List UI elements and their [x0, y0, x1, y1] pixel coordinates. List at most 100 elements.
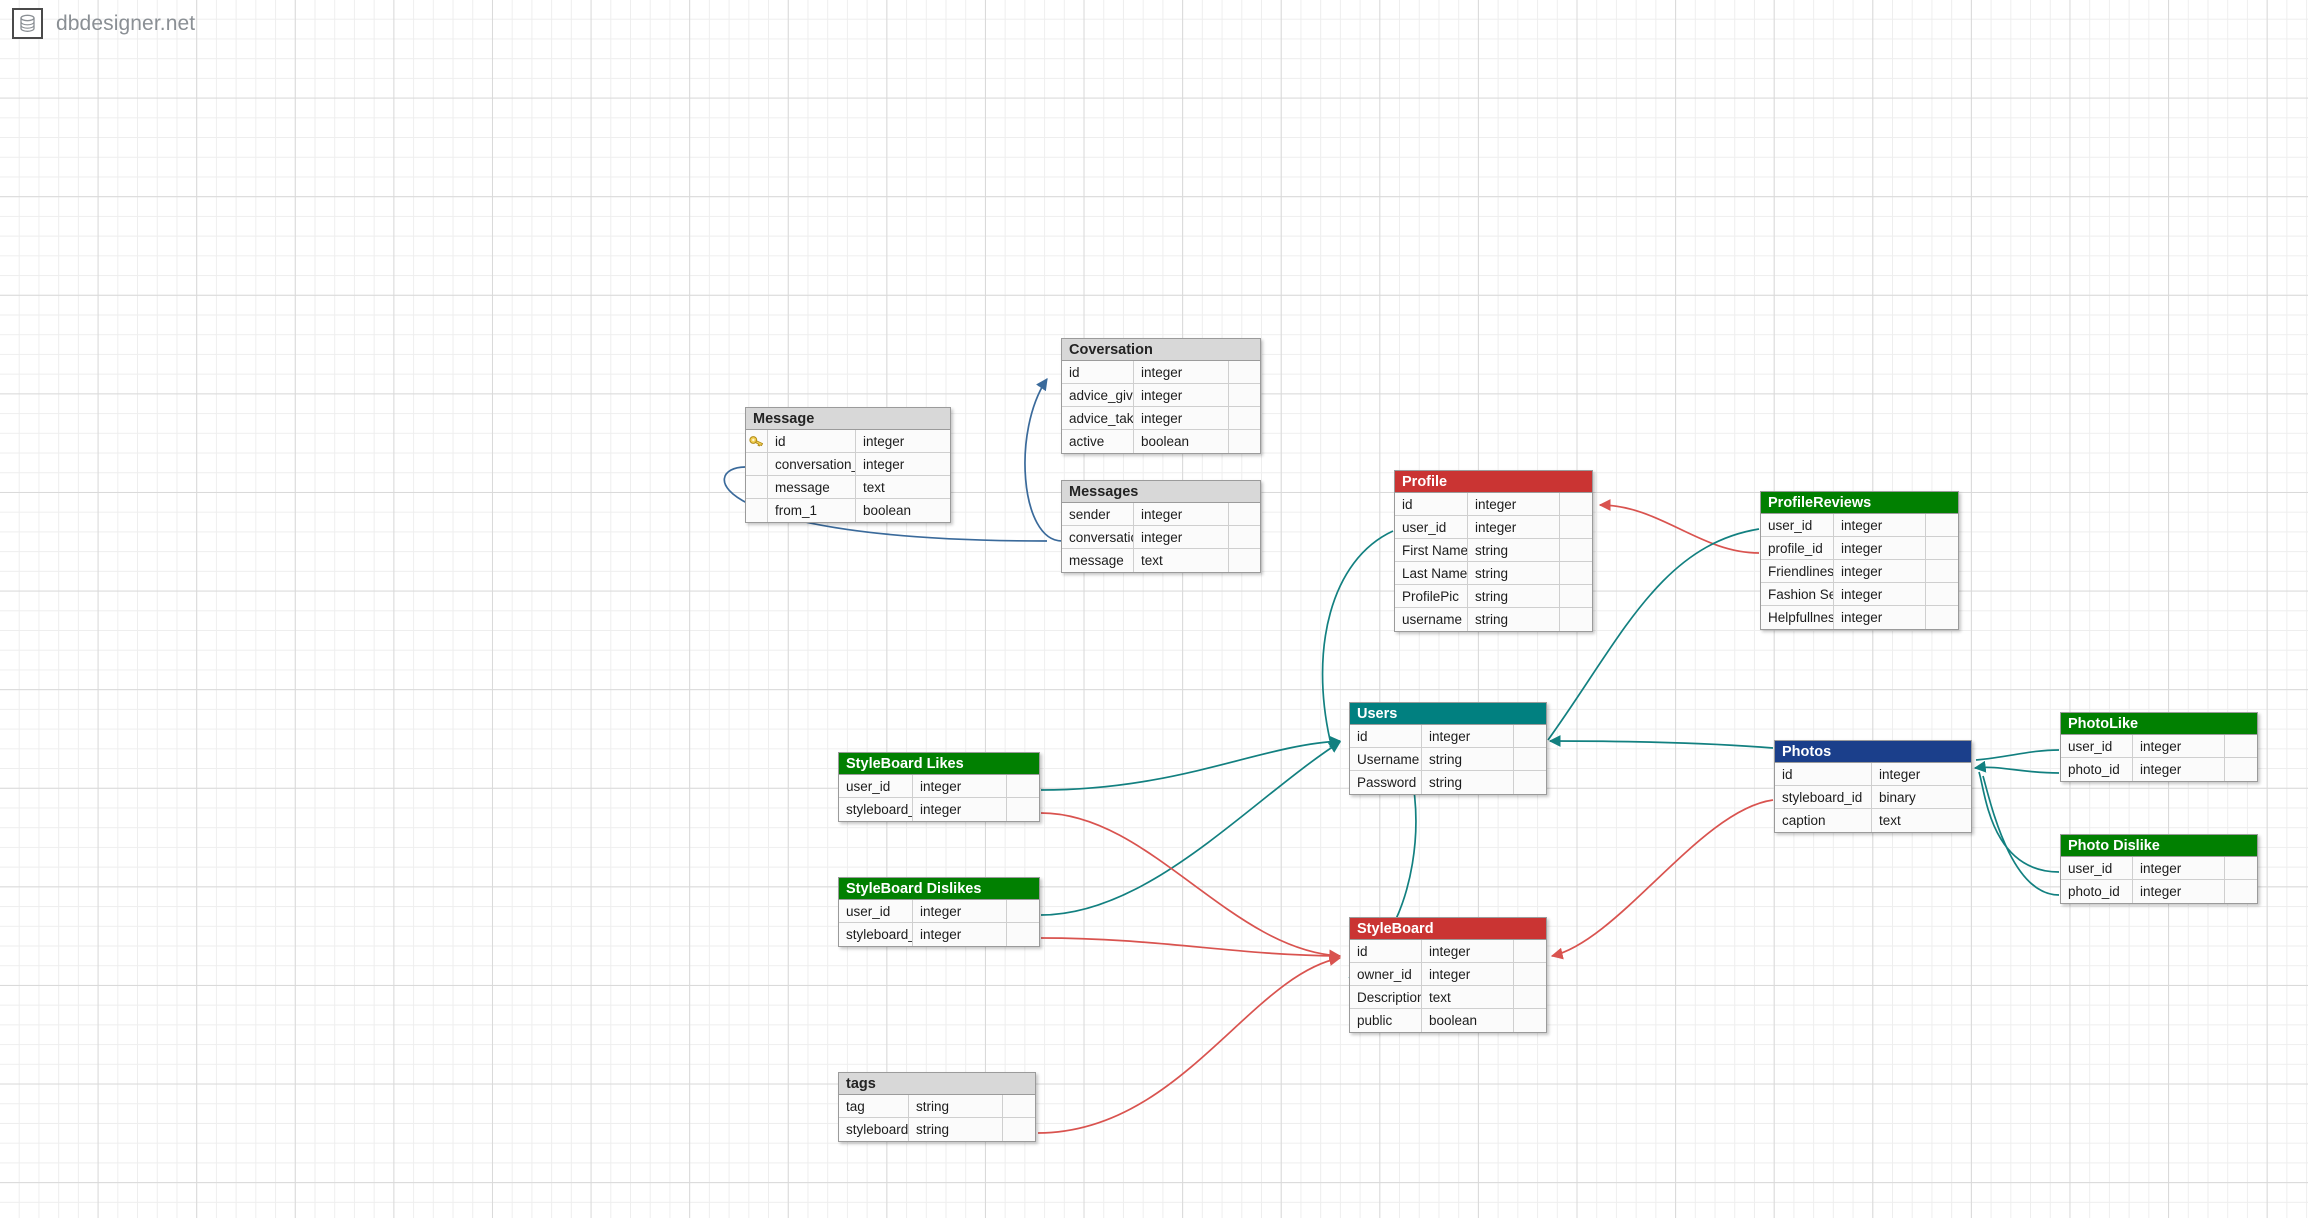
- table-header-photos[interactable]: Photos: [1775, 741, 1971, 763]
- relation-photodislike-users[interactable]: [1979, 772, 2059, 872]
- table-row[interactable]: tagstring: [839, 1095, 1035, 1118]
- table-row[interactable]: idinteger: [1395, 493, 1592, 516]
- column-extra: [1228, 407, 1260, 429]
- table-row[interactable]: Helpfullnessinteger: [1761, 606, 1958, 629]
- relation-styleboardlikes-styleboard[interactable]: [1041, 813, 1340, 956]
- relation-photodislike-photos[interactable]: [1983, 776, 2059, 895]
- table-header-message[interactable]: Message: [746, 408, 950, 430]
- relation-photolike-users[interactable]: [1976, 750, 2059, 760]
- diagram-canvas[interactable]: dbdesigner.net Coversationidintegeradvic…: [0, 0, 2308, 1218]
- table-row[interactable]: from_1boolean: [746, 499, 950, 522]
- table-header-messages[interactable]: Messages: [1062, 481, 1260, 503]
- table-header-users[interactable]: Users: [1350, 703, 1546, 725]
- table-messages[interactable]: Messagessenderintegerconversation_idinte…: [1061, 480, 1261, 573]
- table-profile[interactable]: Profileidintegeruser_idintegerFirst Name…: [1394, 470, 1593, 632]
- table-styleboard[interactable]: StyleBoardidintegerowner_idintegerDescri…: [1349, 917, 1547, 1033]
- table-photolike[interactable]: PhotoLikeuser_idintegerphoto_idinteger: [2060, 712, 2258, 782]
- column-extra: [1559, 608, 1592, 631]
- table-photo-dislike[interactable]: Photo Dislikeuser_idintegerphoto_idinteg…: [2060, 834, 2258, 904]
- table-row[interactable]: activeboolean: [1062, 430, 1260, 453]
- table-header-styleboard-dislikes[interactable]: StyleBoard Dislikes: [839, 878, 1039, 900]
- table-photos[interactable]: Photosidintegerstyleboard_idbinarycaptio…: [1774, 740, 1972, 833]
- table-row[interactable]: styleboard_idstring: [839, 1118, 1035, 1141]
- column-name: Description: [1350, 986, 1421, 1008]
- table-row[interactable]: user_idinteger: [839, 775, 1039, 798]
- table-row[interactable]: styleboard_idinteger: [839, 798, 1039, 821]
- table-row[interactable]: styleboard_idinteger: [839, 923, 1039, 946]
- table-header-styleboard[interactable]: StyleBoard: [1350, 918, 1546, 940]
- table-row[interactable]: advice_takerinteger: [1062, 407, 1260, 430]
- column-type: integer: [912, 798, 1006, 821]
- table-row[interactable]: ProfilePicstring: [1395, 585, 1592, 608]
- table-row[interactable]: Last Namestring: [1395, 562, 1592, 585]
- column-name: Helpfullness: [1761, 606, 1833, 629]
- relation-photolike-photos[interactable]: [1975, 767, 2059, 773]
- table-row[interactable]: styleboard_idbinary: [1775, 786, 1971, 809]
- table-row[interactable]: owner_idinteger: [1350, 963, 1546, 986]
- key-cell-empty: [746, 476, 768, 498]
- table-row[interactable]: First Namestring: [1395, 539, 1592, 562]
- table-row[interactable]: user_idinteger: [2061, 735, 2257, 758]
- relation-photos-users[interactable]: [1550, 741, 1773, 748]
- table-row[interactable]: usernamestring: [1395, 608, 1592, 631]
- table-row[interactable]: conversation_idinteger: [1062, 526, 1260, 549]
- table-row[interactable]: Fashion Senseinteger: [1761, 583, 1958, 606]
- column-extra: [1559, 562, 1592, 584]
- column-extra: [1513, 748, 1546, 770]
- table-header-styleboard-likes[interactable]: StyleBoard Likes: [839, 753, 1039, 775]
- relation-styleboardlikes-users[interactable]: [1041, 741, 1340, 790]
- table-row[interactable]: user_idinteger: [1395, 516, 1592, 539]
- table-row[interactable]: conversation_idinteger: [746, 453, 950, 476]
- table-row[interactable]: Friendlinessinteger: [1761, 560, 1958, 583]
- table-row[interactable]: photo_idinteger: [2061, 758, 2257, 781]
- table-row[interactable]: idinteger: [1775, 763, 1971, 786]
- table-row[interactable]: publicboolean: [1350, 1009, 1546, 1032]
- column-name: id: [1395, 493, 1467, 515]
- table-styleboard-dislikes[interactable]: StyleBoard Dislikesuser_idintegerstylebo…: [838, 877, 1040, 947]
- relation-tags-styleboard[interactable]: [1038, 958, 1340, 1133]
- primary-key-icon: [746, 430, 768, 452]
- table-row[interactable]: messagetext: [1062, 549, 1260, 572]
- column-type: boolean: [855, 499, 950, 522]
- table-rows-profile: idintegeruser_idintegerFirst NamestringL…: [1395, 493, 1592, 631]
- table-row[interactable]: idinteger: [1350, 725, 1546, 748]
- table-coversation[interactable]: Coversationidintegeradvice_giverintegera…: [1061, 338, 1261, 454]
- table-profilereviews[interactable]: ProfileReviewsuser_idintegerprofile_idin…: [1760, 491, 1959, 630]
- relation-styleboarddislikes-styleboard[interactable]: [1041, 938, 1340, 956]
- table-row[interactable]: Passwordstring: [1350, 771, 1546, 794]
- table-header-coversation[interactable]: Coversation: [1062, 339, 1260, 361]
- table-row[interactable]: photo_idinteger: [2061, 880, 2257, 903]
- column-type: integer: [1833, 560, 1925, 582]
- table-styleboard-likes[interactable]: StyleBoard Likesuser_idintegerstyleboard…: [838, 752, 1040, 822]
- table-row[interactable]: captiontext: [1775, 809, 1971, 832]
- table-header-profile[interactable]: Profile: [1395, 471, 1592, 493]
- table-header-photolike[interactable]: PhotoLike: [2061, 713, 2257, 735]
- relation-profilereviews-profile[interactable]: [1600, 505, 1759, 553]
- table-row[interactable]: profile_idinteger: [1761, 537, 1958, 560]
- table-row[interactable]: idinteger: [1062, 361, 1260, 384]
- table-row[interactable]: advice_giverinteger: [1062, 384, 1260, 407]
- table-row[interactable]: senderinteger: [1062, 503, 1260, 526]
- table-row[interactable]: idinteger: [1350, 940, 1546, 963]
- table-header-tags[interactable]: tags: [839, 1073, 1035, 1095]
- table-header-photo-dislike[interactable]: Photo Dislike: [2061, 835, 2257, 857]
- relation-photos-styleboard[interactable]: [1552, 800, 1773, 956]
- table-row[interactable]: messagetext: [746, 476, 950, 499]
- table-header-profilereviews[interactable]: ProfileReviews: [1761, 492, 1958, 514]
- table-row[interactable]: user_idinteger: [1761, 514, 1958, 537]
- table-row[interactable]: user_idinteger: [2061, 857, 2257, 880]
- table-message[interactable]: Messageidintegerconversation_idintegerme…: [745, 407, 951, 523]
- column-type: integer: [1467, 516, 1559, 538]
- column-extra: [1006, 900, 1039, 922]
- column-type: text: [1871, 809, 1971, 832]
- table-row[interactable]: user_idinteger: [839, 900, 1039, 923]
- table-row[interactable]: idinteger: [746, 430, 950, 453]
- table-row[interactable]: Usernamestring: [1350, 748, 1546, 771]
- column-name: from_1: [768, 499, 855, 522]
- table-tags[interactable]: tagstagstringstyleboard_idstring: [838, 1072, 1036, 1142]
- database-cylinder-icon: [19, 14, 36, 33]
- table-users[interactable]: UsersidintegerUsernamestringPasswordstri…: [1349, 702, 1547, 795]
- relation-messages-to-coversation[interactable]: [1025, 379, 1062, 541]
- table-row[interactable]: Descriptiontext: [1350, 986, 1546, 1009]
- relation-styleboarddislikes-users[interactable]: [1041, 742, 1340, 915]
